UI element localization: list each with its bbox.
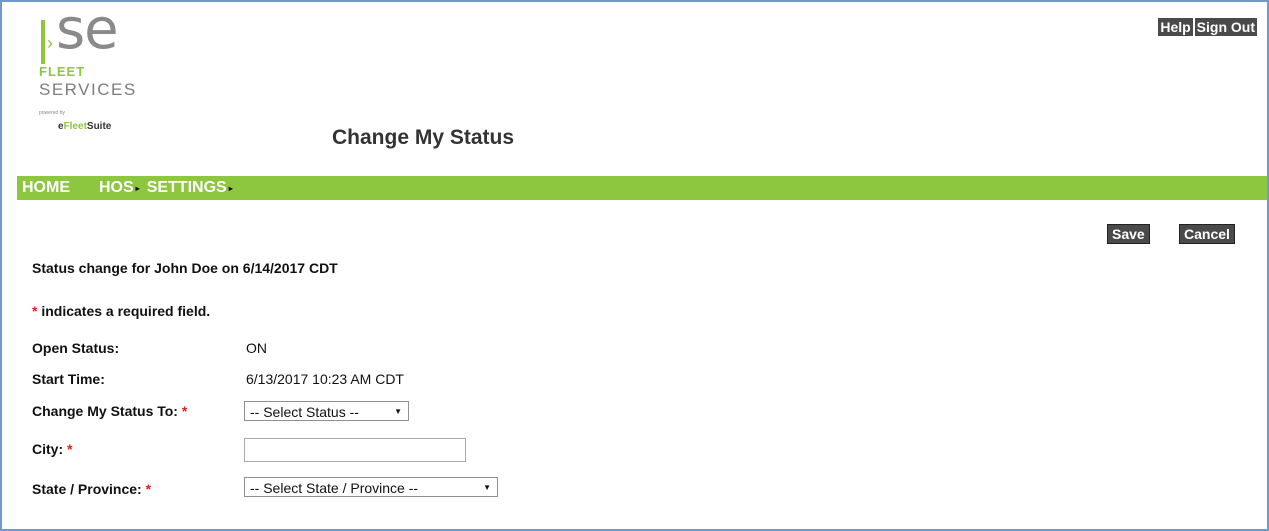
save-button[interactable]: Save xyxy=(1107,224,1150,244)
state-label-text: State / Province: xyxy=(32,481,142,497)
logo-mark: › se xyxy=(38,2,148,66)
submenu-arrow-icon: ▸ xyxy=(228,183,233,193)
state-label: State / Province: * xyxy=(32,481,151,497)
change-status-select[interactable]: -- Select Status -- ▼ xyxy=(244,401,409,421)
logo-chevron-icon: › xyxy=(47,33,53,53)
logo-bar xyxy=(41,20,45,64)
change-status-label-text: Change My Status To: xyxy=(32,403,178,419)
submenu-arrow-icon: ▸ xyxy=(135,183,140,193)
company-logo: › se FLEET SERVICES powered by eFleetSui… xyxy=(38,2,178,136)
sign-out-link[interactable]: Sign Out xyxy=(1194,18,1257,36)
main-nav: HOME HOS ▸ SETTINGS ▸ xyxy=(17,176,1267,200)
nav-item-hos[interactable]: HOS ▸ xyxy=(99,179,140,197)
dropdown-arrow-icon: ▼ xyxy=(483,483,491,492)
nav-item-label: HOME xyxy=(22,179,70,196)
status-change-heading: Status change for John Doe on 6/14/2017 … xyxy=(32,260,338,276)
page-title: Change My Status xyxy=(332,126,515,149)
required-note-text: indicates a required field. xyxy=(37,303,211,319)
nav-item-label: SETTINGS xyxy=(146,179,227,196)
logo-powered-text: powered by xyxy=(39,110,65,116)
city-label: City: * xyxy=(32,441,72,457)
change-status-selected: -- Select Status -- xyxy=(250,404,359,420)
logo-efleet-suffix: Suite xyxy=(86,121,112,132)
start-time-label: Start Time: xyxy=(32,371,105,387)
start-time-value: 6/13/2017 10:23 AM CDT xyxy=(246,371,404,387)
help-link[interactable]: Help xyxy=(1158,18,1193,36)
logo-efleet-highlight: Fleet xyxy=(63,121,87,132)
nav-item-label: HOS xyxy=(99,179,134,196)
cancel-button[interactable]: Cancel xyxy=(1179,224,1235,244)
city-label-text: City: xyxy=(32,441,64,457)
open-status-label: Open Status: xyxy=(32,340,120,356)
logo-mark-text: se xyxy=(56,0,119,62)
state-province-select[interactable]: -- Select State / Province -- ▼ xyxy=(244,477,498,497)
required-star: * xyxy=(181,403,188,419)
nav-item-home[interactable]: HOME xyxy=(22,179,70,197)
logo-efleetsuite: eFleetSuite xyxy=(58,121,111,132)
state-province-selected: -- Select State / Province -- xyxy=(250,480,419,496)
page-frame: › se FLEET SERVICES powered by eFleetSui… xyxy=(0,0,1269,531)
logo-services-text: SERVICES xyxy=(39,80,137,99)
top-links: Help Sign Out xyxy=(1158,18,1257,36)
logo-fleet-text: FLEET xyxy=(39,64,86,79)
required-star: * xyxy=(67,441,73,457)
city-input[interactable] xyxy=(244,438,466,462)
change-status-label: Change My Status To: * xyxy=(32,403,187,419)
required-field-note: * indicates a required field. xyxy=(32,303,210,319)
nav-item-settings[interactable]: SETTINGS ▸ xyxy=(147,179,233,197)
dropdown-arrow-icon: ▼ xyxy=(394,407,402,416)
required-star: * xyxy=(145,481,152,497)
open-status-value: ON xyxy=(246,340,267,356)
